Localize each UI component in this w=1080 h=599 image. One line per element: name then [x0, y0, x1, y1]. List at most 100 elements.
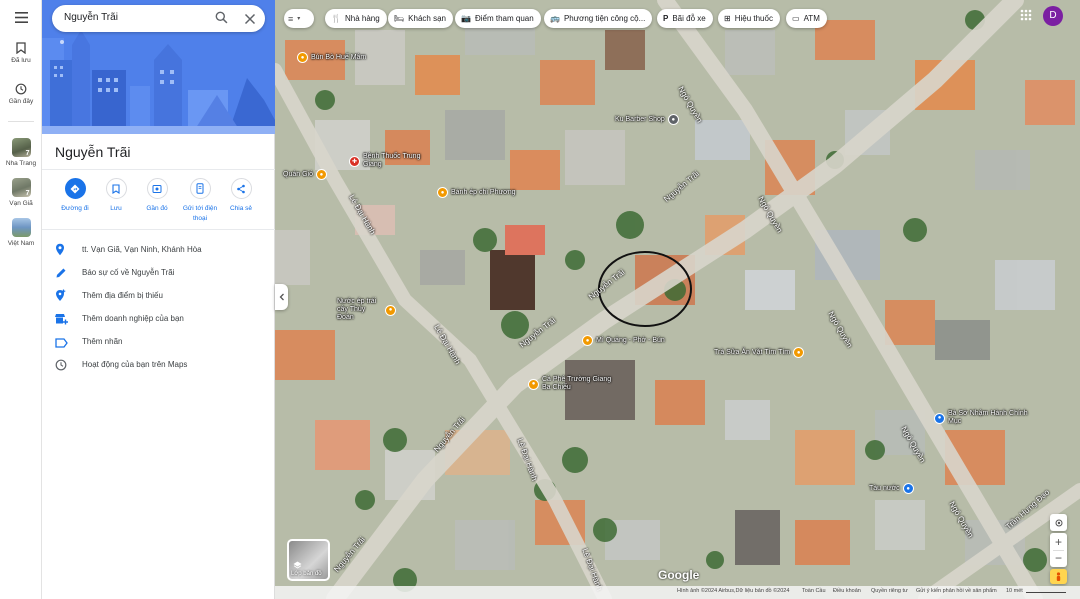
map-pin[interactable]: ● Ku Barber Shop [612, 114, 679, 125]
collapse-panel-button[interactable] [275, 284, 288, 310]
search-input[interactable]: Nguyễn Trãi [64, 12, 118, 23]
collapse-chips-button[interactable]: ≡ ▾ [284, 9, 314, 28]
layers-icon [293, 561, 302, 569]
add-business-row[interactable]: Thêm doanh nghiệp của bạn [42, 309, 275, 329]
share-icon [237, 184, 245, 193]
health-pin-icon: ✚ [349, 155, 360, 167]
footer-link-feedback[interactable]: Gửi ý kiến phản hồi về sản phẩm [916, 588, 997, 594]
restaurant-pin-icon: ● [437, 187, 448, 198]
hotel-icon: 🛏 [394, 14, 405, 23]
maps-activity-row[interactable]: Hoạt động của bạn trên Maps [42, 355, 275, 375]
bookmark-icon [112, 183, 120, 194]
add-business-icon [55, 312, 68, 330]
cafe-pin-icon: ● [528, 378, 539, 390]
cafe-pin-icon: ● [793, 347, 805, 358]
search-box[interactable]: Nguyễn Trãi [52, 5, 265, 32]
layers-button[interactable]: Lớp bản đồ [287, 539, 330, 581]
saved-label: Đã lưu [11, 57, 31, 64]
place-thumbnail: 7 [11, 178, 31, 197]
location-target-icon [1055, 519, 1062, 526]
my-location-button[interactable] [1050, 514, 1067, 531]
scale-label: 10 mét [1006, 588, 1023, 594]
address-row[interactable]: tt. Vạn Giã, Vạn Ninh, Khánh Hòa [42, 240, 275, 260]
map-pin[interactable]: ● Trà Sữa Ăn Vặt Tím Tím [711, 347, 805, 358]
report-issue-row[interactable]: Báo sự cố về Nguyễn Trãi [42, 263, 275, 283]
map-pin[interactable]: ● Bà Sở Nhậm Hành Chính Mục [934, 410, 1034, 426]
map-pin[interactable]: ● Quán Gió [280, 169, 327, 180]
map-pin[interactable]: ● Bún Bò Huế Mâm [297, 52, 366, 63]
pharmacy-icon: ⊞ [724, 14, 731, 23]
map-pin[interactable]: ● Bánh ép chi Phương [437, 187, 516, 198]
directions-button[interactable]: Đường đi [54, 178, 96, 214]
recent-place-van-gia[interactable]: 7 Vạn Giã [0, 178, 42, 207]
bus-icon: 🚌 [550, 14, 560, 23]
chip-atm[interactable]: ▭ ATM [786, 9, 827, 28]
restaurant-pin-icon: ● [297, 52, 308, 63]
saved-button[interactable]: Đã lưu [0, 42, 42, 64]
footer-link-privacy[interactable]: Quyền riêng tư [871, 588, 908, 594]
label-icon [55, 335, 68, 353]
close-icon[interactable] [244, 12, 256, 30]
chip-attractions[interactable]: 📷 Điểm tham quan [455, 9, 541, 28]
parking-icon: P [663, 14, 669, 23]
nearby-button[interactable]: Gần đó [136, 178, 178, 214]
zoom-out-button[interactable]: − [1055, 551, 1062, 566]
google-logo: Google [658, 568, 700, 582]
government-pin-icon: ● [934, 412, 945, 424]
restaurant-pin-icon: ● [385, 304, 396, 316]
apps-grid-icon [1020, 9, 1032, 21]
map-pin[interactable]: ● Cà Phê Trường Giang Ba Chiếu [528, 376, 618, 392]
chip-hotel[interactable]: 🛏 Khách sạn [388, 9, 453, 28]
recent-label: Gần đây [8, 98, 34, 105]
restaurant-pin-icon: ● [315, 169, 327, 180]
recent-button[interactable]: Gần đây [0, 83, 42, 105]
google-apps-button[interactable] [1020, 8, 1032, 26]
search-icon[interactable] [215, 11, 228, 29]
place-panel: Nguyễn Trãi Nguyễn Trãi Đường đi Lưu Gần… [42, 0, 275, 599]
place-title: Nguyễn Trãi [55, 144, 131, 160]
chevron-down-icon: ▾ [297, 16, 301, 22]
left-rail: Đã lưu Gần đây 7 Nha Trang 7 Vạn Giã Việ… [0, 0, 42, 599]
chip-restaurant[interactable]: 🍴 Nhà hàng [325, 9, 387, 28]
send-to-phone-button[interactable]: Gửi tới điện thoại [179, 178, 221, 224]
map-footer: Hình ảnh ©2024 Airbus,Dữ liệu bản đồ ©20… [275, 586, 1080, 599]
scale-bar [1026, 592, 1066, 593]
nearby-icon [152, 184, 162, 193]
map-pin[interactable]: ● Nước ép trái cây Thùy Đoàn [334, 298, 396, 322]
pegman-icon [1056, 571, 1061, 581]
bookmark-icon [16, 42, 26, 54]
imagery-attribution: Hình ảnh ©2024 Airbus,Dữ liệu bản đồ ©20… [677, 588, 790, 594]
share-button[interactable]: Chia sẻ [220, 178, 262, 214]
history-icon [15, 83, 27, 95]
menu-icon: ≡ [288, 13, 294, 24]
account-avatar[interactable]: D [1043, 6, 1063, 26]
pencil-icon [55, 266, 67, 284]
restaurant-icon: 🍴 [331, 14, 341, 23]
add-missing-place-row[interactable]: Thêm địa điểm bị thiếu [42, 286, 275, 306]
map-pin[interactable]: ✚ Bệnh Thuốc Trung Giang [349, 153, 439, 169]
hamburger-menu-icon [14, 12, 28, 23]
add-label-row[interactable]: Thêm nhãn [42, 332, 275, 352]
street-view-pegman[interactable] [1050, 569, 1067, 584]
shop-pin-icon: ● [667, 114, 679, 125]
chip-parking[interactable]: P Bãi đỗ xe [657, 9, 713, 28]
save-button[interactable]: Lưu [95, 178, 137, 214]
atm-icon: ▭ [792, 14, 800, 23]
footer-link-terms[interactable]: Điều khoản [833, 588, 861, 594]
footer-link-global[interactable]: Toàn Cầu [802, 588, 826, 594]
recent-place-nha-trang[interactable]: 7 Nha Trang [0, 138, 42, 167]
phone-icon [196, 183, 204, 194]
zoom-in-button[interactable]: + [1055, 535, 1062, 550]
location-pin-icon [55, 243, 65, 261]
zoom-controls: + − [1050, 533, 1067, 567]
directions-icon [70, 184, 80, 193]
chip-transit[interactable]: 🚌 Phương tiện công cộ... [544, 9, 653, 28]
chip-pharmacy[interactable]: ⊞ Hiệu thuốc [718, 9, 780, 28]
history-icon [55, 358, 67, 376]
map-pin[interactable]: ● Tàu nước [866, 483, 914, 494]
recent-place-viet-nam[interactable]: Việt Nam [0, 218, 42, 247]
place-thumbnail: 7 [11, 138, 31, 157]
map-pin[interactable]: ● Mì Quảng - Phở - Bún [582, 335, 665, 346]
camera-icon: 📷 [461, 14, 471, 23]
menu-button[interactable] [0, 12, 42, 23]
